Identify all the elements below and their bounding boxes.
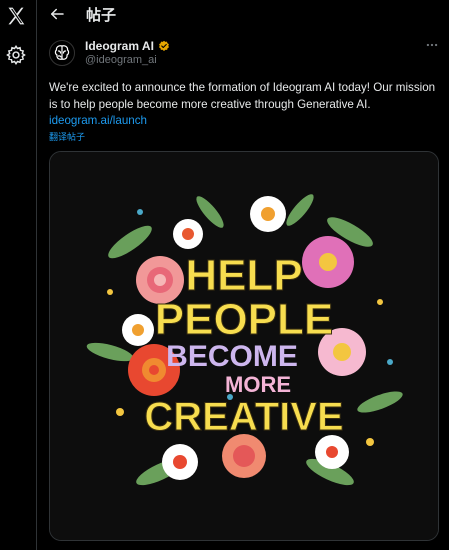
poster-text-help: HELP — [185, 251, 302, 300]
page-title: 帖子 — [86, 6, 117, 24]
x-logo-icon[interactable] — [6, 6, 26, 26]
app-window: 帖子 Ideogram AI @ideogram_ai We're excite… — [0, 0, 449, 550]
more-horizontal-icon[interactable] — [425, 38, 439, 52]
author-name-row: Ideogram AI — [85, 39, 170, 53]
arrow-left-icon[interactable] — [48, 5, 66, 23]
gear-icon[interactable] — [5, 44, 27, 66]
translate-post-link[interactable]: 翻译帖子 — [49, 130, 85, 143]
page-header: 帖子 — [37, 0, 449, 28]
brain-logo-icon — [54, 45, 70, 60]
poster-text-more: MORE — [225, 372, 291, 397]
post: Ideogram AI @ideogram_ai We're excited t… — [37, 28, 449, 550]
poster-text-creative: CREATIVE — [144, 395, 343, 439]
left-nav-rail — [0, 0, 37, 550]
creative-poster-illustration: HELP PEOPLE BECOME MORE CREATIVE — [50, 152, 438, 540]
author-handle[interactable]: @ideogram_ai — [85, 54, 157, 66]
post-image[interactable]: HELP PEOPLE BECOME MORE CREATIVE — [49, 151, 439, 541]
poster-text-people: PEOPLE — [155, 295, 334, 344]
post-link[interactable]: ideogram.ai/launch — [49, 112, 147, 129]
author-display-name[interactable]: Ideogram AI — [85, 39, 154, 53]
poster-text-become: BECOME — [166, 340, 298, 373]
verified-badge-icon — [158, 40, 169, 51]
avatar[interactable] — [49, 40, 75, 66]
post-text: We're excited to announce the formation … — [49, 81, 436, 111]
